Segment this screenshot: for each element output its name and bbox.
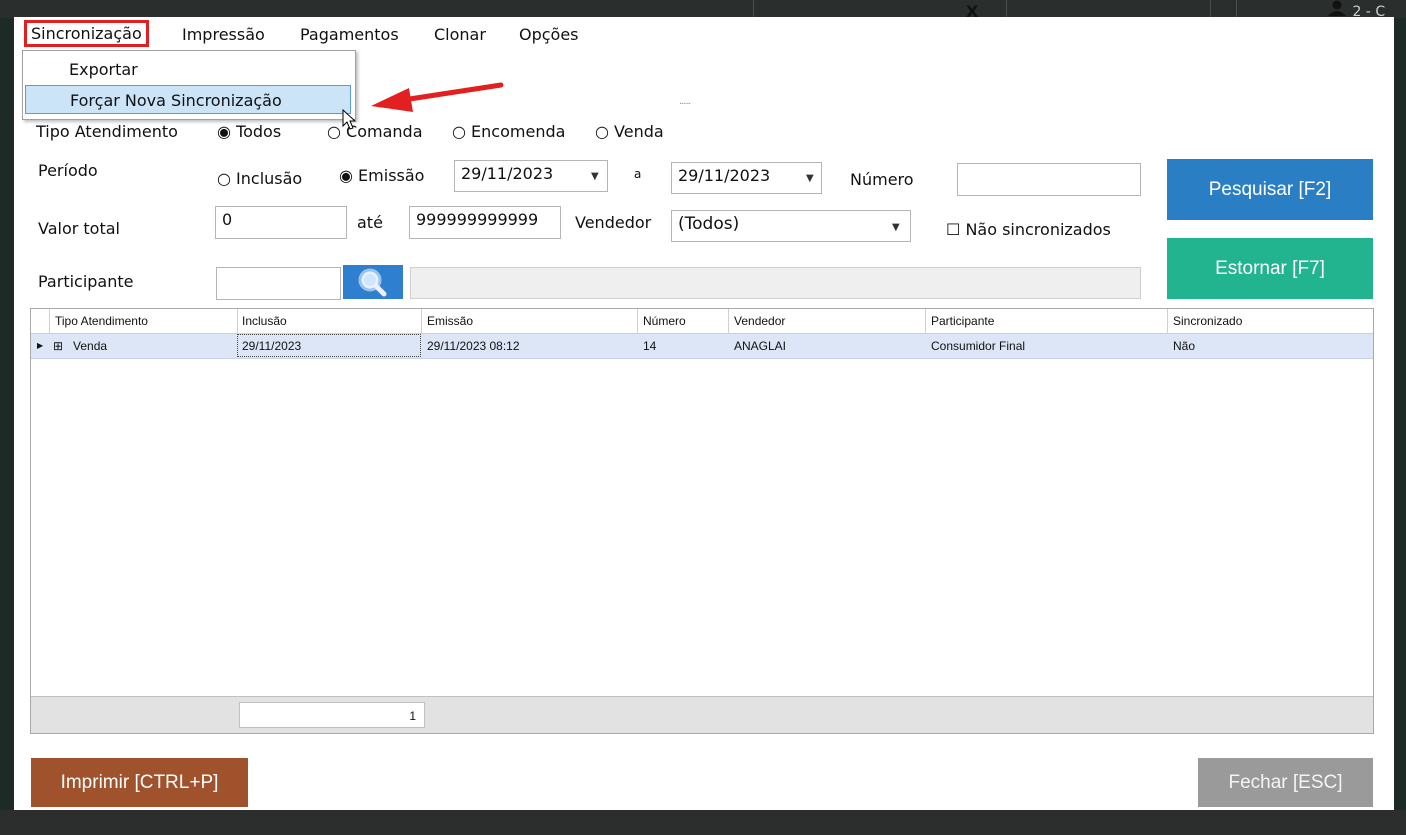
radio-encomenda-label: Encomenda [471, 122, 566, 141]
divider [1210, 0, 1211, 18]
vendedor-label: Vendedor [575, 213, 652, 232]
cell-vendedor: ANAGLAI [734, 339, 787, 353]
menu-item-forcar-nova-sincronizacao[interactable]: Forçar Nova Sincronização [25, 85, 351, 114]
radio-emissao-label: Emissão [358, 166, 425, 185]
row-indicator-icon: ▶ [37, 341, 44, 350]
chevron-down-icon[interactable]: ▼ [892, 222, 900, 233]
numero-input[interactable] [957, 163, 1141, 196]
date-to-input[interactable]: 29/11/2023 ▼ [671, 162, 822, 194]
pesquisar-button[interactable]: Pesquisar [F2] [1167, 159, 1373, 220]
cell-participante: Consumidor Final [931, 339, 1026, 353]
radio-emissao[interactable]: ◉ Emissão [339, 166, 424, 185]
radio-todos-label: Todos [236, 122, 282, 141]
radio-inclusao[interactable]: ○ Inclusão [217, 169, 302, 188]
col-numero[interactable]: Número [643, 314, 686, 328]
ate-label: até [357, 213, 383, 232]
radio-venda[interactable]: ○ Venda [595, 122, 664, 141]
menu-impressao[interactable]: Impressão [182, 25, 265, 44]
menu-pagamentos[interactable]: Pagamentos [300, 25, 399, 44]
valor-total-label: Valor total [38, 219, 120, 238]
column-divider [237, 309, 238, 333]
column-divider [49, 309, 50, 333]
grip-dots: ...... [679, 97, 691, 107]
participante-search-button[interactable] [343, 265, 403, 299]
expand-icon[interactable]: ⊞ [53, 339, 63, 353]
menu-bar: Sincronização Impressão Pagamentos Clona… [14, 17, 1394, 51]
col-sincronizado[interactable]: Sincronizado [1173, 314, 1242, 328]
imprimir-button[interactable]: Imprimir [CTRL+P] [31, 758, 248, 807]
menu-item-exportar[interactable]: Exportar [25, 55, 351, 84]
cell-inclusao: 29/11/2023 [242, 339, 302, 353]
cell-sincronizado: Não [1173, 339, 1196, 353]
cell-emissao: 29/11/2023 08:12 [427, 339, 520, 353]
date-to-value: 29/11/2023 [678, 166, 771, 185]
numero-label: Número [850, 170, 914, 189]
vendedor-select[interactable]: (Todos) ▼ [671, 210, 911, 242]
cell-numero: 14 [643, 339, 657, 353]
divider [1006, 0, 1007, 18]
footer-count: 1 [239, 702, 425, 728]
mouse-cursor-icon [342, 109, 357, 130]
cell-tipo: Venda [73, 339, 108, 353]
col-tipo-atendimento[interactable]: Tipo Atendimento [55, 314, 148, 328]
column-divider [637, 309, 638, 333]
date-separator: a [634, 167, 642, 181]
participante-name-input [410, 267, 1141, 299]
column-divider [925, 309, 926, 333]
divider [1236, 0, 1237, 18]
radio-todos[interactable]: ◉ Todos [217, 122, 281, 141]
background-bottom-bar [0, 810, 1406, 835]
column-divider [728, 309, 729, 333]
col-participante[interactable]: Participante [931, 314, 994, 328]
menu-clonar[interactable]: Clonar [434, 25, 486, 44]
menu-opcoes[interactable]: Opções [519, 25, 579, 44]
col-inclusao[interactable]: Inclusão [242, 314, 287, 328]
column-divider [421, 309, 422, 333]
annotation-arrow-icon [371, 82, 504, 112]
divider [753, 0, 754, 18]
valor-min-input[interactable]: 0 [215, 206, 347, 239]
radio-encomenda[interactable]: ○ Encomenda [452, 122, 565, 141]
vendedor-value: (Todos) [678, 214, 740, 234]
user-icon [1328, 0, 1346, 16]
nao-sincronizados-label: Não sincronizados [965, 220, 1111, 239]
chevron-down-icon[interactable]: ▼ [591, 171, 599, 182]
valor-max-input[interactable]: 999999999999 [409, 206, 561, 239]
column-divider [1167, 309, 1168, 333]
fechar-button[interactable]: Fechar [ESC] [1198, 758, 1373, 807]
table-row[interactable]: ▶ ⊞ Venda 29/11/2023 29/11/2023 08:12 14… [31, 334, 1373, 359]
radio-venda-label: Venda [614, 122, 664, 141]
participante-label: Participante [38, 272, 134, 291]
results-grid: Tipo Atendimento Inclusão Emissão Número… [30, 308, 1374, 734]
menu-sincronizacao[interactable]: Sincronização [24, 20, 149, 47]
grid-header: Tipo Atendimento Inclusão Emissão Número… [31, 309, 1373, 334]
date-from-input[interactable]: 29/11/2023 ▼ [454, 160, 608, 192]
chevron-down-icon[interactable]: ▼ [806, 173, 814, 184]
col-vendedor[interactable]: Vendedor [734, 314, 785, 328]
date-from-value: 29/11/2023 [461, 164, 554, 183]
col-emissao[interactable]: Emissão [427, 314, 473, 328]
estornar-button[interactable]: Estornar [F7] [1167, 238, 1373, 299]
nao-sincronizados-checkbox[interactable]: ☐ Não sincronizados [946, 220, 1111, 239]
radio-inclusao-label: Inclusão [236, 169, 303, 188]
background-taskbar-top: X 2 - C [0, 0, 1406, 21]
main-window: Sincronização Impressão Pagamentos Clona… [14, 17, 1394, 810]
grid-footer: 1 [31, 696, 1373, 733]
participante-code-input[interactable] [216, 267, 341, 300]
sincronizacao-dropdown: Exportar Forçar Nova Sincronização [22, 50, 356, 120]
tipo-atendimento-label: Tipo Atendimento [36, 122, 178, 141]
search-icon [358, 268, 387, 297]
periodo-label: Período [38, 161, 98, 180]
